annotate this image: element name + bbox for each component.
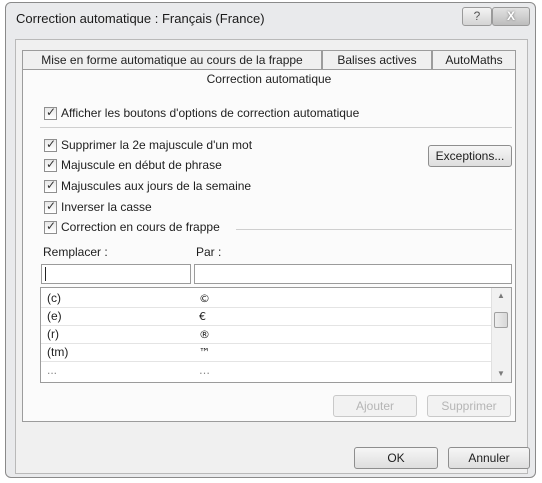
- list-item[interactable]: (r) ®: [41, 326, 491, 344]
- tab-autocorrect[interactable]: Correction automatique: [22, 69, 516, 89]
- tab-smart-tags[interactable]: Balises actives: [322, 50, 432, 69]
- scroll-up-arrow-icon[interactable]: ▲: [492, 289, 510, 303]
- dialog-title: Correction automatique : Français (Franc…: [16, 11, 265, 26]
- exceptions-button[interactable]: Exceptions...: [428, 145, 512, 167]
- separator: [40, 127, 512, 128]
- tab-math-autocorrect[interactable]: AutoMaths: [432, 50, 516, 69]
- entry-to: ®: [199, 328, 210, 341]
- list-item[interactable]: ... …: [41, 362, 491, 380]
- entry-to: ™: [199, 346, 210, 359]
- replace-as-you-type-checkbox[interactable]: [44, 219, 57, 234]
- scroll-thumb[interactable]: [494, 312, 508, 328]
- caps-lock-checkbox[interactable]: [44, 199, 57, 214]
- replace-label: Remplacer :: [43, 245, 108, 259]
- entry-from: (tm): [47, 345, 69, 359]
- list-item[interactable]: (e) €: [41, 308, 491, 326]
- help-button[interactable]: ?: [462, 7, 492, 26]
- caps-lock-label: Inverser la casse: [61, 200, 152, 214]
- capitalize-sentence-label: Majuscule en début de phrase: [61, 158, 222, 172]
- entry-from: ...: [47, 363, 58, 377]
- separator: [236, 229, 512, 230]
- cancel-button[interactable]: Annuler: [448, 447, 530, 469]
- two-initial-capitals-checkbox[interactable]: [44, 137, 57, 152]
- list-item[interactable]: (c) ©: [41, 290, 491, 308]
- entry-from: (e): [47, 309, 62, 323]
- text-cursor: [45, 267, 46, 281]
- capitalize-days-checkbox[interactable]: [44, 178, 57, 193]
- ok-button[interactable]: OK: [354, 447, 438, 469]
- entry-to: ©: [199, 292, 210, 305]
- entry-from: (r): [47, 327, 59, 341]
- replacement-list[interactable]: (c) © (e) € (r) ® (tm) ™ ... … ▲ ▼: [40, 287, 512, 383]
- two-initial-capitals-label: Supprimer la 2e majuscule d'un mot: [61, 138, 253, 152]
- show-options-buttons-checkbox[interactable]: [44, 105, 57, 120]
- capitalize-days-label: Majuscules aux jours de la semaine: [61, 179, 252, 193]
- title-bar: Correction automatique : Français (Franc…: [6, 3, 535, 35]
- add-button[interactable]: Ajouter: [333, 395, 417, 417]
- list-item[interactable]: (tm) ™: [41, 344, 491, 362]
- delete-button[interactable]: Supprimer: [427, 395, 511, 417]
- scroll-down-arrow-icon[interactable]: ▼: [492, 367, 510, 381]
- replace-input[interactable]: [41, 264, 191, 284]
- entry-from: (c): [47, 291, 61, 305]
- capitalize-sentence-checkbox[interactable]: [44, 157, 57, 172]
- entry-to: €: [199, 310, 206, 323]
- replace-as-you-type-label: Correction en cours de frappe: [61, 220, 220, 234]
- close-button[interactable]: X: [492, 7, 530, 26]
- entry-to: …: [199, 364, 210, 377]
- tab-autoformat-as-you-type[interactable]: Mise en forme automatique au cours de la…: [22, 50, 322, 69]
- with-label: Par :: [196, 245, 222, 259]
- list-scrollbar[interactable]: ▲ ▼: [491, 288, 511, 382]
- with-input[interactable]: [194, 264, 512, 284]
- show-options-buttons-label: Afficher les boutons d'options de correc…: [61, 106, 360, 120]
